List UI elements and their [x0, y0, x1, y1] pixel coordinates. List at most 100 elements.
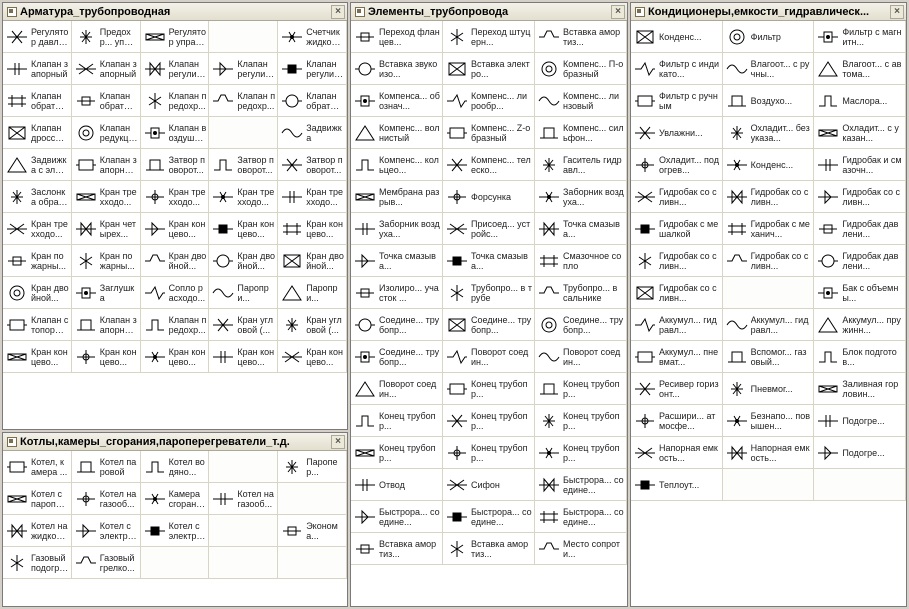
- symbol-cell[interactable]: Кран пожарны...: [3, 245, 72, 277]
- symbol-cell[interactable]: Охладит... без указа...: [723, 117, 815, 149]
- symbol-cell[interactable]: Фильтр с индикато...: [631, 53, 723, 85]
- symbol-cell[interactable]: Кран двойной...: [141, 245, 210, 277]
- symbol-cell[interactable]: Заслонка обратны...: [3, 181, 72, 213]
- symbol-cell[interactable]: Аккумул... гидравл...: [631, 309, 723, 341]
- symbol-cell[interactable]: Затвор поворот...: [141, 149, 210, 181]
- symbol-cell[interactable]: Клапан запорный: [72, 53, 141, 85]
- symbol-cell[interactable]: Точка смазыва...: [443, 245, 535, 277]
- symbol-cell[interactable]: Компенс... волнистый: [351, 117, 443, 149]
- symbol-cell[interactable]: Клапан редукци...: [72, 117, 141, 149]
- close-icon[interactable]: ×: [331, 5, 345, 19]
- symbol-cell[interactable]: Клапан регулир...: [141, 53, 210, 85]
- symbol-cell[interactable]: Клапан запорны...: [72, 149, 141, 181]
- symbol-cell[interactable]: Счетчик жидкост...: [278, 21, 347, 53]
- symbol-cell[interactable]: Место сопроти...: [535, 533, 627, 565]
- symbol-cell[interactable]: Быстрора... соедине...: [535, 501, 627, 533]
- symbol-cell[interactable]: Эконома...: [278, 515, 347, 547]
- symbol-cell[interactable]: Кран концево...: [209, 341, 278, 373]
- symbol-cell[interactable]: Быстрора... соедине...: [535, 469, 627, 501]
- symbol-cell[interactable]: Компенс... сильфон...: [535, 117, 627, 149]
- symbol-cell[interactable]: Котел на жидком...: [3, 515, 72, 547]
- symbol-cell[interactable]: Мембрана разрыв...: [351, 181, 443, 213]
- symbol-cell[interactable]: Клапан предохр...: [209, 85, 278, 117]
- symbol-cell[interactable]: Клапан предохр...: [141, 85, 210, 117]
- symbol-cell[interactable]: Кран концево...: [141, 341, 210, 373]
- close-icon[interactable]: ×: [890, 5, 904, 19]
- symbol-cell[interactable]: Конец трубопр...: [535, 437, 627, 469]
- symbol-cell[interactable]: Быстрора... соедине...: [351, 501, 443, 533]
- panel-header-pipe[interactable]: Элементы_трубопровода ×: [351, 3, 627, 21]
- symbol-cell[interactable]: Конденс...: [631, 21, 723, 53]
- symbol-cell[interactable]: Изолиро... участок ...: [351, 277, 443, 309]
- symbol-cell[interactable]: Сифон: [443, 469, 535, 501]
- symbol-cell[interactable]: Кран концево...: [72, 341, 141, 373]
- symbol-cell[interactable]: Соедине... трубопр...: [351, 309, 443, 341]
- symbol-cell[interactable]: Присоед... устройс...: [443, 213, 535, 245]
- symbol-cell[interactable]: Газовый грелко...: [72, 547, 141, 579]
- symbol-cell[interactable]: Клапан воздушн...: [141, 117, 210, 149]
- symbol-cell[interactable]: Переход штуцерн...: [443, 21, 535, 53]
- symbol-cell[interactable]: Гидробак со сливн...: [631, 245, 723, 277]
- symbol-cell[interactable]: Гидробак со сливн...: [631, 181, 723, 213]
- symbol-cell[interactable]: Поворот соедин...: [535, 341, 627, 373]
- symbol-cell[interactable]: Фильтр: [723, 21, 815, 53]
- symbol-cell[interactable]: Котел с электро...: [72, 515, 141, 547]
- symbol-cell[interactable]: Клапан предохр...: [141, 309, 210, 341]
- symbol-cell[interactable]: Заглушка: [72, 277, 141, 309]
- symbol-cell[interactable]: Гидробак давлени...: [814, 213, 906, 245]
- symbol-cell[interactable]: Гидробак с мешалкой: [631, 213, 723, 245]
- symbol-cell[interactable]: Конец трубопр...: [351, 437, 443, 469]
- symbol-cell[interactable]: Предохр... управл...: [72, 21, 141, 53]
- symbol-cell[interactable]: Компенс... П-образный: [535, 53, 627, 85]
- symbol-cell[interactable]: Точка смазыва...: [351, 245, 443, 277]
- symbol-cell[interactable]: Охладит... с указан...: [814, 117, 906, 149]
- symbol-cell[interactable]: Маслора...: [814, 85, 906, 117]
- symbol-cell[interactable]: Вставка амортиз...: [351, 533, 443, 565]
- symbol-cell[interactable]: Конец трубопр...: [351, 405, 443, 437]
- symbol-cell[interactable]: Затвор поворот...: [278, 149, 347, 181]
- symbol-cell[interactable]: Воздухо...: [723, 85, 815, 117]
- symbol-cell[interactable]: Компенс... Z-образный: [443, 117, 535, 149]
- symbol-cell[interactable]: Паропер...: [278, 451, 347, 483]
- symbol-cell[interactable]: Поворот соедин...: [443, 341, 535, 373]
- symbol-cell[interactable]: Поворот соедин...: [351, 373, 443, 405]
- symbol-cell[interactable]: Фильтр с ручным: [631, 85, 723, 117]
- symbol-cell[interactable]: Соедине... трубопр...: [535, 309, 627, 341]
- symbol-cell[interactable]: Трубопро... в сальнике: [535, 277, 627, 309]
- symbol-cell[interactable]: Вставка амортиз...: [535, 21, 627, 53]
- symbol-cell[interactable]: Конец трубопр...: [443, 437, 535, 469]
- symbol-cell[interactable]: Безнапо... повышен...: [723, 405, 815, 437]
- symbol-cell[interactable]: Котел с электро...: [141, 515, 210, 547]
- symbol-cell[interactable]: Заливная горловин...: [814, 373, 906, 405]
- symbol-cell[interactable]: Клапан обратны...: [72, 85, 141, 117]
- symbol-cell[interactable]: Влагоот... с ручны...: [723, 53, 815, 85]
- symbol-cell[interactable]: Гидробак давлени...: [814, 245, 906, 277]
- symbol-cell[interactable]: Подогре...: [814, 437, 906, 469]
- symbol-cell[interactable]: Гидробак со сливн...: [723, 181, 815, 213]
- symbol-cell[interactable]: Кран трехходо...: [3, 213, 72, 245]
- symbol-cell[interactable]: Кран концево...: [278, 341, 347, 373]
- symbol-cell[interactable]: Кран пожарны...: [72, 245, 141, 277]
- symbol-cell[interactable]: Напорная емкость...: [723, 437, 815, 469]
- symbol-cell[interactable]: Клапан запорны...: [72, 309, 141, 341]
- close-icon[interactable]: ×: [331, 435, 345, 449]
- symbol-cell[interactable]: Гидробак со сливн...: [631, 277, 723, 309]
- symbol-cell[interactable]: Задвижка с электро...: [3, 149, 72, 181]
- symbol-cell[interactable]: Охладит... подогрев...: [631, 149, 723, 181]
- symbol-cell[interactable]: Кран концево...: [278, 213, 347, 245]
- symbol-cell[interactable]: Конец трубопр...: [443, 405, 535, 437]
- symbol-cell[interactable]: Клапан запорный: [3, 53, 72, 85]
- symbol-cell[interactable]: Клапан стопорный: [3, 309, 72, 341]
- symbol-cell[interactable]: Кран двойной...: [278, 245, 347, 277]
- symbol-cell[interactable]: Котел, камера ...: [3, 451, 72, 483]
- symbol-cell[interactable]: Конец трубопр...: [535, 373, 627, 405]
- close-icon[interactable]: ×: [611, 5, 625, 19]
- symbol-cell[interactable]: Кран угловой (...: [278, 309, 347, 341]
- symbol-cell[interactable]: Кран угловой (...: [209, 309, 278, 341]
- symbol-cell[interactable]: Регулятор управл...: [141, 21, 210, 53]
- symbol-cell[interactable]: Котел с паропер...: [3, 483, 72, 515]
- symbol-cell[interactable]: Гидробак и смазочн...: [814, 149, 906, 181]
- symbol-cell[interactable]: Ресивер горизонт...: [631, 373, 723, 405]
- symbol-cell[interactable]: Соедине... трубопр...: [351, 341, 443, 373]
- symbol-cell[interactable]: Клапан дроссел...: [3, 117, 72, 149]
